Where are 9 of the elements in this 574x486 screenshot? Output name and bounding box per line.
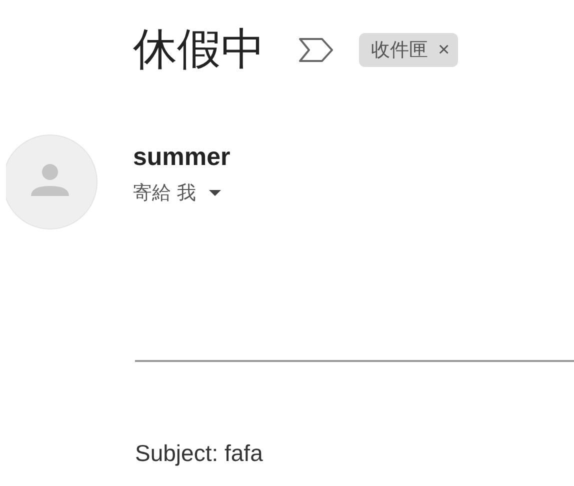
sender-name: summer bbox=[133, 142, 230, 172]
avatar-icon bbox=[6, 132, 98, 232]
label-text: 收件匣 bbox=[371, 38, 428, 63]
message-body: Subject: fafa bbox=[135, 440, 264, 467]
email-subject: 休假中 bbox=[133, 23, 265, 77]
importance-marker-icon[interactable] bbox=[297, 36, 335, 64]
dropdown-caret-icon[interactable] bbox=[208, 189, 222, 197]
remove-label-button[interactable]: × bbox=[428, 40, 450, 60]
recipients-text: 寄給 我 bbox=[133, 181, 196, 206]
